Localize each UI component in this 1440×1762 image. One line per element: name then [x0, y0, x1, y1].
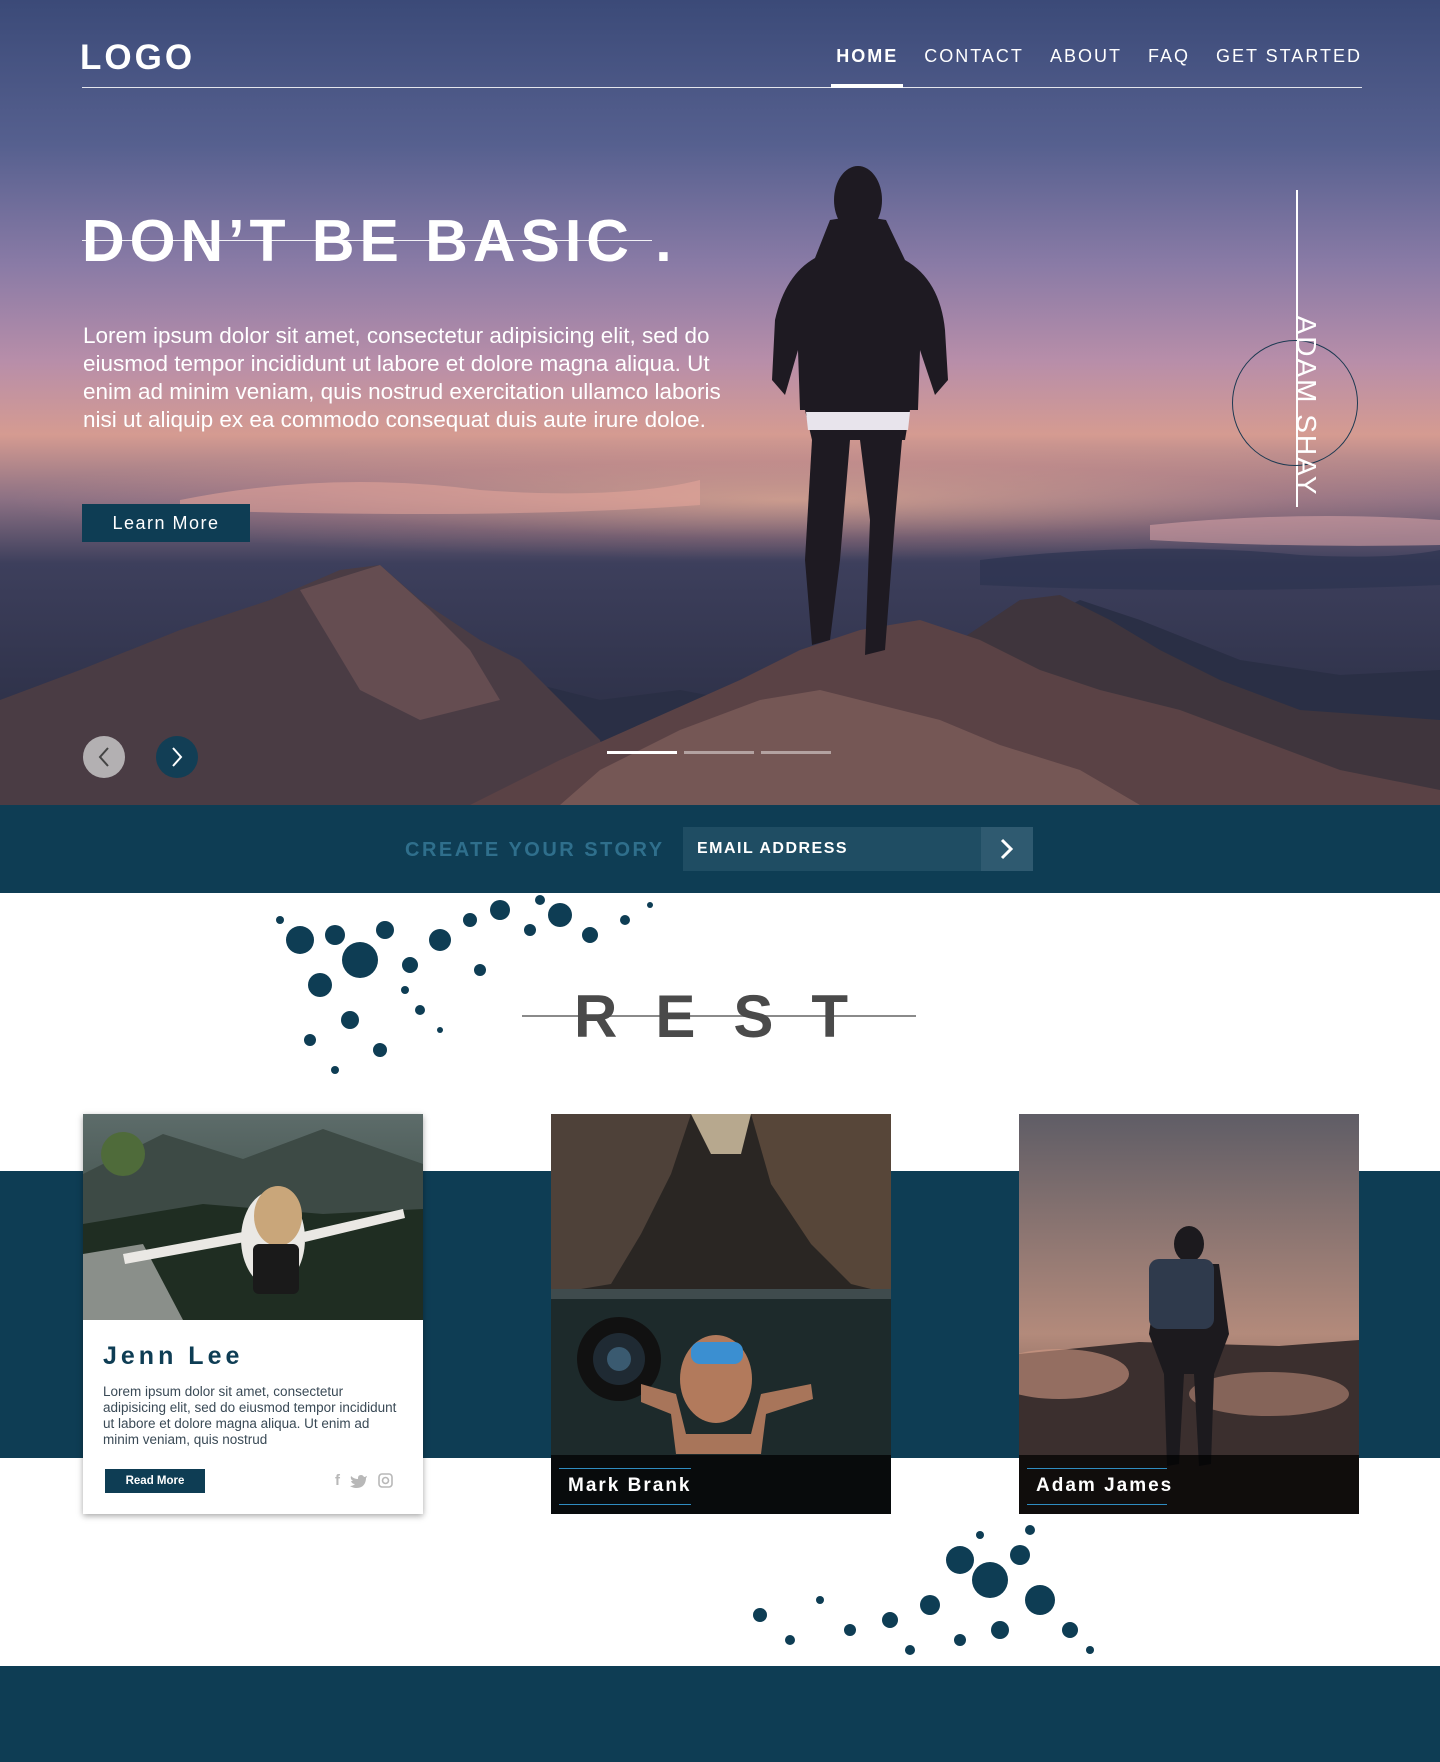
hero-body-text: Lorem ipsum dolor sit amet, consectetur … — [83, 323, 721, 432]
card-name: Adam James — [1036, 1475, 1174, 1496]
card-photo — [83, 1114, 423, 1320]
chevron-right-icon — [1000, 838, 1014, 860]
slide-indicator-3[interactable] — [761, 751, 831, 754]
nav-get-started[interactable]: GET STARTED — [1216, 46, 1362, 67]
caption-rule-top — [559, 1468, 691, 1469]
card-photo — [551, 1114, 891, 1514]
profile-card-jenn-lee: Jenn Lee Lorem ipsum dolor sit amet, con… — [83, 1114, 423, 1514]
profile-card-adam-james[interactable]: Adam James — [1019, 1114, 1359, 1514]
caption-rule-top — [1027, 1468, 1167, 1469]
card-description: Lorem ipsum dolor sit amet, consectetur … — [103, 1384, 397, 1447]
card-photo — [1019, 1114, 1359, 1514]
nav-home[interactable]: HOME — [831, 46, 904, 88]
slide-indicator-1[interactable] — [607, 751, 677, 754]
profile-card-mark-brank[interactable]: Mark Brank — [551, 1114, 891, 1514]
logo[interactable]: LOGO — [80, 38, 195, 78]
slider-indicators — [607, 751, 831, 754]
chevron-left-icon — [98, 747, 109, 767]
nav-contact[interactable]: CONTACT — [924, 46, 1024, 67]
footer — [0, 1666, 1440, 1762]
slider-prev-button[interactable] — [83, 736, 125, 778]
email-submit-button[interactable] — [981, 827, 1033, 871]
twitter-icon[interactable] — [350, 1474, 368, 1488]
subscribe-cta: CREATE YOUR STORY — [405, 839, 665, 861]
chevron-right-icon — [172, 747, 183, 767]
read-more-button[interactable]: Read More — [105, 1469, 205, 1493]
subscribe-bar: CREATE YOUR STORY EMAIL ADDRESS — [0, 805, 1440, 893]
ink-splatter-decoration — [753, 1525, 1094, 1655]
headline-strike-line — [82, 240, 652, 241]
side-author-name: ADAM SHAY — [1291, 315, 1322, 497]
nav-divider — [82, 87, 1362, 88]
facebook-icon[interactable]: f — [335, 1472, 340, 1489]
hero-banner: LOGO HOME CONTACT ABOUT FAQ GET STARTED … — [0, 0, 1440, 805]
slide-indicator-2[interactable] — [684, 751, 754, 754]
caption-rule-bottom — [1027, 1504, 1167, 1505]
section-title: REST — [574, 983, 887, 1050]
card-name: Mark Brank — [568, 1475, 692, 1496]
instagram-icon[interactable] — [378, 1473, 393, 1488]
nav-faq[interactable]: FAQ — [1148, 46, 1190, 67]
email-field[interactable]: EMAIL ADDRESS — [683, 827, 981, 871]
card-name: Jenn Lee — [103, 1342, 244, 1370]
caption-rule-bottom — [559, 1504, 691, 1505]
slider-next-button[interactable] — [156, 736, 198, 778]
hero-headline: DON’T BE BASIC . — [82, 208, 677, 274]
learn-more-button[interactable]: Learn More — [82, 504, 250, 542]
main-nav: HOME CONTACT ABOUT FAQ GET STARTED — [810, 46, 1362, 88]
social-links: f — [335, 1472, 393, 1489]
nav-about[interactable]: ABOUT — [1050, 46, 1122, 67]
